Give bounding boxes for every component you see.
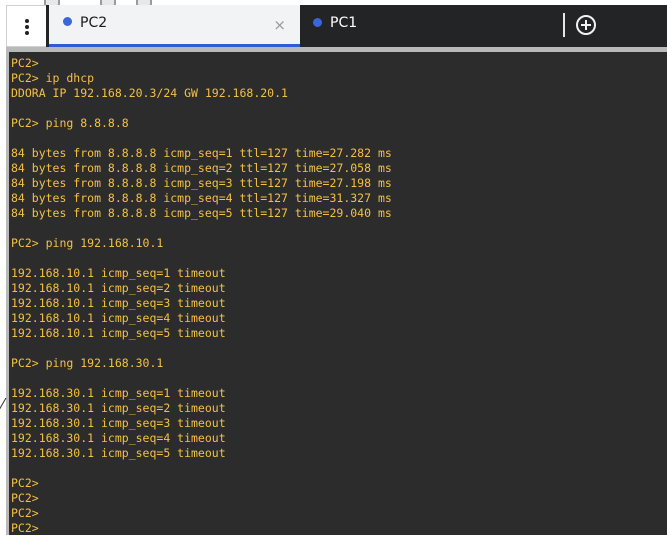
terminal-line: PC2> bbox=[11, 56, 39, 70]
terminal-line: 192.168.30.1 icmp_seq=4 timeout bbox=[11, 431, 226, 445]
tab-pc1[interactable]: PC1 bbox=[300, 5, 562, 47]
terminal-line: PC2> bbox=[11, 506, 39, 520]
terminal-output: PC2> PC2> ip dhcp DDORA IP 192.168.20.3/24… bbox=[11, 56, 392, 535]
terminal-line: PC2> bbox=[11, 476, 39, 490]
tab-label: PC1 bbox=[330, 15, 358, 31]
terminal-line: 192.168.10.1 icmp_seq=4 timeout bbox=[11, 311, 226, 325]
terminal-line: 192.168.30.1 icmp_seq=3 timeout bbox=[11, 416, 226, 430]
terminal-line: PC2> ping 192.168.10.1 bbox=[11, 236, 164, 250]
kebab-menu-icon bbox=[25, 19, 29, 35]
terminal-line: 192.168.10.1 icmp_seq=5 timeout bbox=[11, 326, 226, 340]
menu-button[interactable] bbox=[6, 5, 46, 47]
terminal-line: 192.168.30.1 icmp_seq=5 timeout bbox=[11, 446, 226, 460]
terminal-line: PC2> bbox=[11, 491, 39, 505]
tab-status-dot bbox=[313, 18, 322, 27]
background-line-fragment bbox=[0, 398, 7, 410]
terminal-window: PC2 × PC1 PC2> PC2> ip dhcp DDORA IP 192.1… bbox=[0, 0, 667, 535]
terminal-console[interactable]: PC2> PC2> ip dhcp DDORA IP 192.168.20.3/24… bbox=[9, 52, 667, 535]
close-icon[interactable]: × bbox=[273, 17, 286, 33]
terminal-line: PC2> ping 192.168.30.1 bbox=[11, 356, 164, 370]
terminal-line: 192.168.30.1 icmp_seq=1 timeout bbox=[11, 386, 226, 400]
tab-pc2[interactable]: PC2 × bbox=[49, 5, 300, 47]
add-tab-icon[interactable] bbox=[576, 15, 596, 35]
tab-divider bbox=[563, 13, 565, 37]
terminal-line: 84 bytes from 8.8.8.8 icmp_seq=4 ttl=127… bbox=[11, 191, 392, 205]
terminal-line: 192.168.10.1 icmp_seq=3 timeout bbox=[11, 296, 226, 310]
terminal-line: 84 bytes from 8.8.8.8 icmp_seq=2 ttl=127… bbox=[11, 161, 392, 175]
terminal-line: DDORA IP 192.168.20.3/24 GW 192.168.20.1 bbox=[11, 86, 288, 100]
terminal-line: 192.168.10.1 icmp_seq=1 timeout bbox=[11, 266, 226, 280]
terminal-line: 192.168.30.1 icmp_seq=2 timeout bbox=[11, 401, 226, 415]
terminal-line: 84 bytes from 8.8.8.8 icmp_seq=3 ttl=127… bbox=[11, 176, 392, 190]
terminal-line: PC2> bbox=[11, 521, 39, 535]
tab-status-dot bbox=[63, 17, 72, 26]
terminal-line: 84 bytes from 8.8.8.8 icmp_seq=1 ttl=127… bbox=[11, 146, 392, 160]
tab-label: PC2 bbox=[80, 15, 108, 31]
terminal-line: PC2> ip dhcp bbox=[11, 71, 95, 85]
terminal-line: 84 bytes from 8.8.8.8 icmp_seq=5 ttl=127… bbox=[11, 206, 392, 220]
terminal-line: 192.168.10.1 icmp_seq=2 timeout bbox=[11, 281, 226, 295]
terminal-line: PC2> ping 8.8.8.8 bbox=[11, 116, 129, 130]
